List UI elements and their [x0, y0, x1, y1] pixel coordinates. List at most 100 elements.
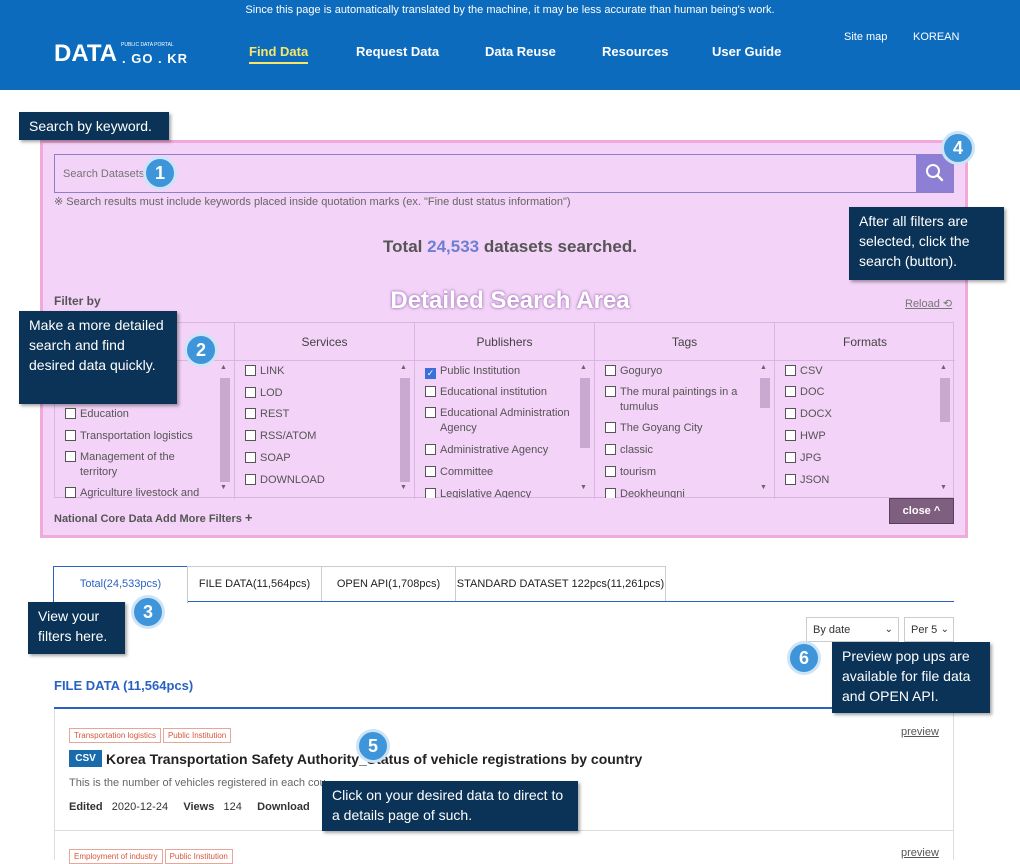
category-tag[interactable]: Transportation logistics: [69, 728, 161, 743]
checkbox[interactable]: [605, 444, 616, 455]
checkbox[interactable]: [425, 488, 436, 498]
filter-option[interactable]: Transportation logistics: [65, 429, 193, 444]
scroll-up-icon[interactable]: ▲: [580, 364, 587, 371]
checkbox[interactable]: [425, 407, 436, 418]
filter-option[interactable]: RSS/ATOM: [245, 429, 316, 444]
filter-option[interactable]: tourism: [605, 465, 656, 480]
filter-option[interactable]: Management of the territory: [65, 450, 215, 480]
site-map-link[interactable]: Site map: [844, 31, 887, 43]
scroll-thumb[interactable]: [400, 378, 410, 482]
filter-option[interactable]: JSON: [785, 473, 829, 488]
filter-option[interactable]: LINK: [245, 364, 284, 379]
checkbox[interactable]: [245, 387, 256, 398]
nav-user-guide[interactable]: User Guide: [712, 44, 781, 59]
filter-option[interactable]: HWP: [785, 429, 826, 444]
checkbox[interactable]: [245, 408, 256, 419]
checkbox[interactable]: [785, 452, 796, 463]
checkbox[interactable]: [785, 408, 796, 419]
scroll-thumb[interactable]: [220, 378, 230, 482]
checkbox[interactable]: [425, 444, 436, 455]
add-more-filters-link[interactable]: National Core Data Add More Filters +: [54, 510, 253, 525]
checkbox[interactable]: [605, 422, 616, 433]
publisher-tag[interactable]: Public Institution: [162, 728, 232, 743]
filter-option[interactable]: Agriculture livestock and: [65, 486, 199, 501]
filter-option[interactable]: Educational Administration Agency: [425, 406, 575, 436]
filter-option[interactable]: Committee: [425, 465, 493, 480]
checkbox[interactable]: [245, 365, 256, 376]
checkbox[interactable]: [65, 430, 76, 441]
filter-option[interactable]: LOD: [245, 386, 283, 401]
filter-option[interactable]: ✓ Public Institution: [425, 364, 520, 379]
checkbox[interactable]: [605, 365, 616, 376]
filter-option[interactable]: DOCX: [785, 407, 832, 422]
checkbox[interactable]: [65, 487, 76, 498]
checkbox[interactable]: [65, 451, 76, 462]
publisher-tag[interactable]: Public Institution: [164, 849, 233, 864]
category-tag[interactable]: Employment of industry: [69, 849, 163, 864]
scroll-up-icon[interactable]: ▲: [940, 364, 947, 371]
scroll-thumb[interactable]: [580, 378, 590, 448]
filter-option[interactable]: classic: [605, 443, 653, 458]
filter-option[interactable]: Administrative Agency: [425, 443, 548, 458]
scrollbar[interactable]: ▲ ▼: [578, 364, 592, 494]
checkbox[interactable]: [65, 408, 76, 419]
nav-resources[interactable]: Resources: [602, 44, 668, 59]
filter-option[interactable]: Education: [65, 407, 129, 422]
site-logo[interactable]: DATA PUBLIC DATA PORTAL . GO . KR: [54, 40, 187, 68]
scroll-down-icon[interactable]: ▼: [940, 484, 947, 491]
checkbox[interactable]: [245, 430, 256, 441]
filter-option[interactable]: REST: [245, 407, 289, 422]
filter-option[interactable]: DOC: [785, 385, 824, 400]
reload-link[interactable]: Reload ⟲: [905, 297, 952, 310]
scrollbar[interactable]: ▲ ▼: [398, 364, 412, 494]
scroll-up-icon[interactable]: ▲: [220, 364, 227, 371]
per-page-select[interactable]: Per 5 ⌄: [904, 617, 954, 642]
filter-option[interactable]: Deokheungni: [605, 487, 685, 498]
checkbox-checked[interactable]: ✓: [425, 368, 436, 379]
filter-option[interactable]: Legislative Agency: [425, 487, 531, 498]
filter-option[interactable]: DOWNLOAD: [245, 473, 325, 488]
nav-find-data[interactable]: Find Data: [249, 44, 309, 64]
checkbox[interactable]: [605, 466, 616, 477]
checkbox[interactable]: [425, 466, 436, 477]
scroll-down-icon[interactable]: ▼: [580, 484, 587, 491]
filter-option[interactable]: CSV: [785, 364, 823, 379]
preview-link[interactable]: preview: [901, 726, 939, 738]
scrollbar[interactable]: ▲ ▼: [938, 364, 952, 494]
scrollbar[interactable]: ▲ ▼: [758, 364, 772, 494]
checkbox[interactable]: [785, 474, 796, 485]
checkbox[interactable]: [245, 474, 256, 485]
checkbox[interactable]: [245, 452, 256, 463]
checkbox[interactable]: [605, 386, 616, 397]
scroll-down-icon[interactable]: ▼: [400, 484, 407, 491]
scroll-down-icon[interactable]: ▼: [220, 484, 227, 491]
tab-file-data[interactable]: FILE DATA(11,564pcs): [187, 566, 322, 602]
filter-option[interactable]: The Goyang City: [605, 421, 703, 436]
checkbox[interactable]: [785, 430, 796, 441]
filter-option[interactable]: Goguryo: [605, 364, 662, 379]
filter-option[interactable]: The mural paintings in a tumulus: [605, 385, 755, 415]
scroll-thumb[interactable]: [760, 378, 770, 408]
sort-select[interactable]: By date ⌄: [806, 617, 899, 642]
scroll-up-icon[interactable]: ▲: [400, 364, 407, 371]
checkbox[interactable]: [785, 386, 796, 397]
nav-data-reuse[interactable]: Data Reuse: [485, 44, 556, 59]
filter-option[interactable]: SOAP: [245, 451, 291, 466]
filter-option[interactable]: JPG: [785, 451, 821, 466]
checkbox[interactable]: [425, 386, 436, 397]
tab-open-api[interactable]: OPEN API(1,708pcs): [321, 566, 456, 602]
tab-standard-dataset[interactable]: STANDARD DATASET 122pcs(11,261pcs): [455, 566, 666, 602]
scroll-down-icon[interactable]: ▼: [760, 484, 767, 491]
close-filter-button[interactable]: close ^: [889, 498, 954, 524]
checkbox[interactable]: [785, 365, 796, 376]
scrollbar[interactable]: ▲ ▼: [218, 364, 232, 494]
nav-request-data[interactable]: Request Data: [356, 44, 439, 59]
scroll-thumb[interactable]: [940, 378, 950, 422]
scroll-up-icon[interactable]: ▲: [760, 364, 767, 371]
preview-link[interactable]: preview: [901, 847, 939, 859]
checkbox[interactable]: [605, 488, 616, 498]
filter-option[interactable]: Educational institution: [425, 385, 547, 400]
tab-total[interactable]: Total(24,533pcs): [53, 566, 188, 603]
language-link[interactable]: KOREAN: [913, 31, 959, 43]
search-input[interactable]: [55, 155, 915, 192]
